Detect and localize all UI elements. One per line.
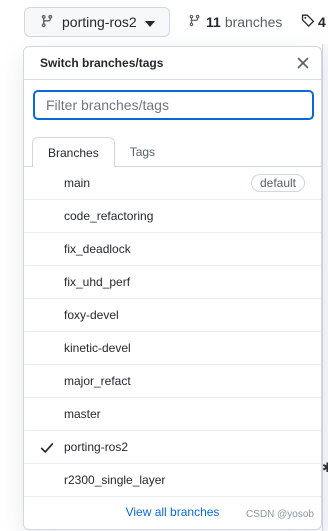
branch-name: r2300_single_layer bbox=[64, 473, 166, 487]
default-badge: default bbox=[250, 174, 305, 192]
branches-label: branches bbox=[224, 14, 283, 30]
tags-link[interactable]: 4 bbox=[301, 13, 326, 30]
branch-item-code-refactoring[interactable]: code_refactoring bbox=[24, 200, 321, 233]
git-branch-icon bbox=[40, 13, 54, 32]
branch-name: porting-ros2 bbox=[64, 440, 129, 454]
git-branch-icon bbox=[188, 13, 201, 31]
branch-select-button[interactable]: porting-ros2 bbox=[24, 7, 170, 37]
filter-branches-input[interactable] bbox=[33, 90, 314, 120]
tag-icon bbox=[301, 13, 315, 30]
dropdown-header: Switch branches/tags bbox=[24, 47, 321, 80]
branch-item-main[interactable]: main default bbox=[24, 167, 321, 200]
branch-list: main default code_refactoring fix_deadlo… bbox=[24, 167, 321, 497]
branch-name: master bbox=[64, 407, 101, 421]
background-file-list-edge bbox=[322, 44, 328, 531]
branch-item-major-refact[interactable]: major_refact bbox=[24, 365, 321, 398]
branch-item-kinetic-devel[interactable]: kinetic-devel bbox=[24, 332, 321, 365]
branch-item-foxy-devel[interactable]: foxy-devel bbox=[24, 299, 321, 332]
branch-name: foxy-devel bbox=[64, 308, 119, 322]
branch-switcher-dropdown: Switch branches/tags Branches Tags main … bbox=[23, 46, 322, 530]
branch-button-label: porting-ros2 bbox=[62, 14, 137, 30]
check-icon bbox=[40, 441, 54, 455]
branch-item-fix-deadlock[interactable]: fix_deadlock bbox=[24, 233, 321, 266]
dropdown-title: Switch branches/tags bbox=[40, 56, 164, 70]
branch-tag-tabs: Branches Tags bbox=[24, 137, 321, 167]
branch-name: fix_uhd_perf bbox=[64, 275, 131, 289]
branch-item-r2300-single-layer[interactable]: r2300_single_layer bbox=[24, 464, 321, 497]
branch-name: main bbox=[64, 176, 91, 190]
branch-item-porting-ros2[interactable]: porting-ros2 bbox=[24, 431, 321, 464]
branch-name: kinetic-devel bbox=[64, 341, 131, 355]
caret-down-icon bbox=[144, 14, 155, 30]
branch-name: fix_deadlock bbox=[64, 242, 131, 256]
branch-count: 11 bbox=[206, 14, 221, 30]
close-icon[interactable] bbox=[295, 55, 311, 71]
tab-tags[interactable]: Tags bbox=[115, 137, 170, 166]
branch-item-master[interactable]: master bbox=[24, 398, 321, 431]
watermark: CSDN @yosob bbox=[246, 509, 314, 520]
branches-link[interactable]: 11 branches bbox=[188, 13, 282, 31]
tab-branches[interactable]: Branches bbox=[32, 137, 115, 167]
branch-name: code_refactoring bbox=[64, 209, 154, 223]
branch-item-fix-uhd-perf[interactable]: fix_uhd_perf bbox=[24, 266, 321, 299]
gear-icon: ✱ bbox=[322, 460, 328, 475]
branch-name: major_refact bbox=[64, 374, 131, 388]
tags-count: 4 bbox=[318, 13, 326, 30]
